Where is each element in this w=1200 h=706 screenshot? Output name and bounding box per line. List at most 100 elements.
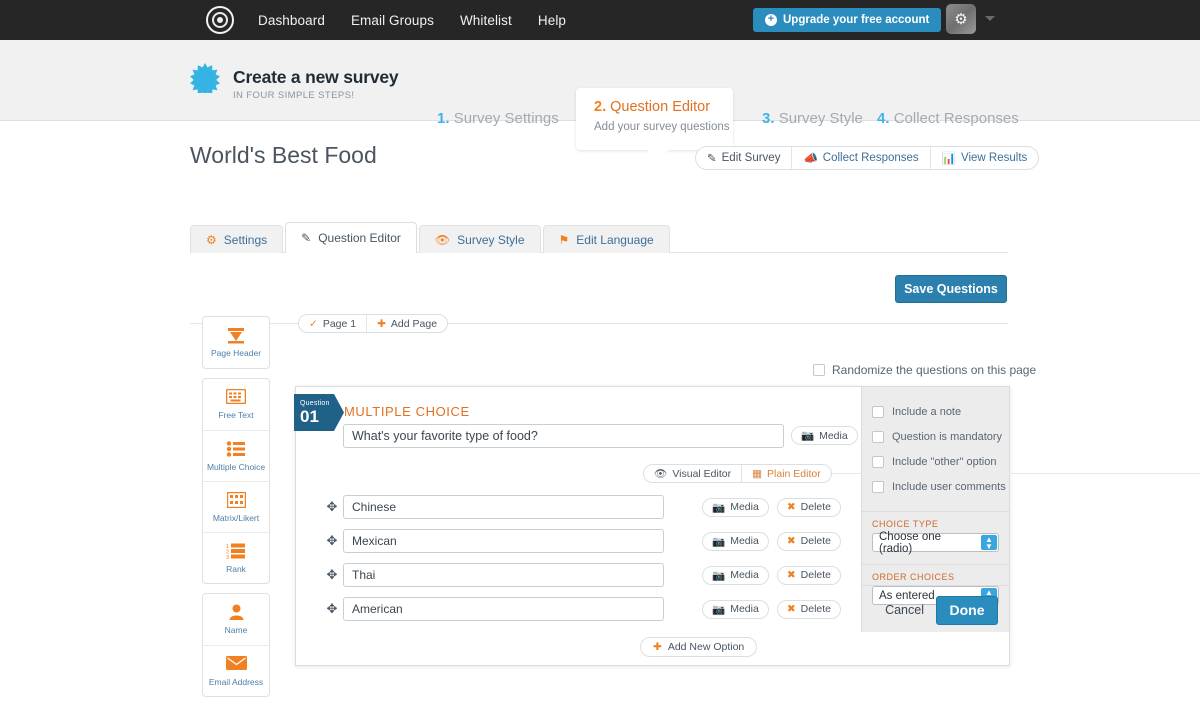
person-icon [229,604,244,623]
wizard-step-3[interactable]: 3. Survey Style [762,110,863,127]
page-title: Create a new survey [233,67,398,88]
include-other-option-row[interactable]: Include "other" option [872,449,999,474]
nav-link-help[interactable]: Help [538,13,566,28]
sidebar-item-free-text[interactable]: Free Text [203,379,269,430]
sidebar-item-matrix-likert[interactable]: Matrix/Likert [203,481,269,532]
choice-type-value: Choose one (radio) [879,531,974,555]
plus-circle-icon: ✚ [377,318,386,330]
collect-responses-button[interactable]: 📣 Collect Responses [791,147,929,169]
nav-link-email-groups[interactable]: Email Groups [351,13,434,28]
sidebar-item-page-header[interactable]: Page Header [203,317,269,368]
close-icon: ✖ [787,535,796,547]
visual-editor-label: Visual Editor [672,468,731,480]
close-icon: ✖ [787,603,796,615]
drag-handle-icon[interactable]: ✥ [321,499,343,515]
order-choices-label: ORDER CHOICES [872,572,999,582]
choice-type-select[interactable]: Choose one (radio) ▲▼ [872,533,999,552]
drag-handle-icon[interactable]: ✥ [321,567,343,583]
add-new-option-button[interactable]: ✚ Add New Option [640,637,757,657]
question-mandatory-row[interactable]: Question is mandatory [872,424,999,449]
include-user-comments-checkbox[interactable] [872,481,884,493]
include-note-checkbox[interactable] [872,406,884,418]
step-1-label: Survey Settings [454,110,559,127]
plain-editor-label: Plain Editor [767,468,821,480]
option-input[interactable] [343,597,664,621]
wizard-step-2-active[interactable]: 2. Question Editor Add your survey quest… [576,88,733,150]
option-media-button[interactable]: 📷 Media [702,566,769,585]
camera-icon: 📷 [712,501,725,514]
edit-survey-button[interactable]: ✎ Edit Survey [696,147,791,169]
cancel-button[interactable]: Cancel [885,603,924,617]
wizard-step-1[interactable]: 1. Survey Settings [437,110,559,127]
step-2-number: 2. [594,99,606,115]
grid-icon: ▦ [752,468,762,480]
visual-editor-button[interactable]: 👁 Visual Editor [644,465,741,482]
option-delete-button[interactable]: ✖ Delete [777,600,841,619]
question-badge-number: 01 [300,408,344,425]
sidebar-item-multiple-choice[interactable]: Multiple Choice [203,430,269,481]
card-bottom-filler [861,632,1009,665]
eye-icon: 👁 [654,467,667,480]
sidebar-item-rank[interactable]: 123 Rank [203,532,269,583]
option-input[interactable] [343,495,664,519]
wizard-step-bar: Create a new survey IN FOUR SIMPLE STEPS… [0,40,1200,121]
question-mandatory-label: Question is mandatory [892,431,1002,443]
tab-survey-style[interactable]: 👁 Survey Style [419,225,541,253]
avatar[interactable]: ⚙ [946,4,976,34]
survey-action-group: ✎ Edit Survey 📣 Collect Responses 📊 View… [695,146,1039,170]
page-tab-page-1[interactable]: ✓ Page 1 [299,315,366,332]
save-questions-button[interactable]: Save Questions [895,275,1007,303]
eye-icon: 👁 [435,233,450,247]
tab-edit-language-label: Edit Language [576,233,653,247]
randomize-checkbox[interactable] [813,364,825,376]
nav-link-dashboard[interactable]: Dashboard [258,13,325,28]
option-media-button[interactable]: 📷 Media [702,498,769,517]
question-text-input[interactable] [343,424,784,448]
option-row: ✥ 📷 Media ✖ Delete [321,597,841,621]
question-media-button[interactable]: 📷 Media [791,426,858,445]
done-button[interactable]: Done [936,596,998,625]
tab-edit-language[interactable]: ⚑ Edit Language [543,225,670,253]
drag-handle-icon[interactable]: ✥ [321,601,343,617]
question-settings-footer: Cancel Done [862,585,1009,634]
option-row: ✥ 📷 Media ✖ Delete [321,529,841,553]
randomize-label: Randomize the questions on this page [832,363,1036,377]
editor-tab-bar: ⚙ Settings ✎ Question Editor 👁 Survey St… [190,222,670,253]
sidebar-label-name: Name [225,625,248,635]
drag-handle-icon[interactable]: ✥ [321,533,343,549]
view-results-button[interactable]: 📊 View Results [930,147,1039,169]
survey-title: World's Best Food [190,142,377,169]
option-media-button[interactable]: 📷 Media [702,600,769,619]
option-delete-button[interactable]: ✖ Delete [777,498,841,517]
close-icon: ✖ [787,501,796,513]
sidebar-label-matrix-likert: Matrix/Likert [213,513,259,523]
chevron-down-icon[interactable] [985,16,995,21]
randomize-questions-row[interactable]: Randomize the questions on this page [813,363,1036,377]
tab-question-editor[interactable]: ✎ Question Editor [285,222,417,253]
upgrade-account-button[interactable]: + Upgrade your free account [753,8,941,32]
envelope-icon [226,656,247,675]
option-media-button[interactable]: 📷 Media [702,532,769,551]
sidebar-item-name[interactable]: Name [203,594,269,645]
option-input[interactable] [343,563,664,587]
nav-link-whitelist[interactable]: Whitelist [460,13,512,28]
add-page-button[interactable]: ✚ Add Page [366,315,447,332]
option-delete-button[interactable]: ✖ Delete [777,566,841,585]
question-mandatory-checkbox[interactable] [872,431,884,443]
wizard-step-4[interactable]: 4. Collect Responses [877,110,1019,127]
option-row: ✥ 📷 Media ✖ Delete [321,563,841,587]
gear-icon: ⚙ [206,233,217,247]
camera-icon: 📷 [712,535,725,548]
app-logo[interactable] [206,6,234,34]
include-note-row[interactable]: Include a note [872,399,999,424]
option-input[interactable] [343,529,664,553]
sidebar-item-email-address[interactable]: Email Address [203,645,269,696]
plain-editor-button[interactable]: ▦ Plain Editor [741,465,831,482]
include-user-comments-row[interactable]: Include user comments [872,474,999,499]
page-tabs: ✓ Page 1 ✚ Add Page [298,314,448,333]
include-note-label: Include a note [892,406,961,418]
option-delete-button[interactable]: ✖ Delete [777,532,841,551]
tab-settings[interactable]: ⚙ Settings [190,225,283,253]
pencil-icon: ✎ [707,151,717,165]
include-other-option-checkbox[interactable] [872,456,884,468]
